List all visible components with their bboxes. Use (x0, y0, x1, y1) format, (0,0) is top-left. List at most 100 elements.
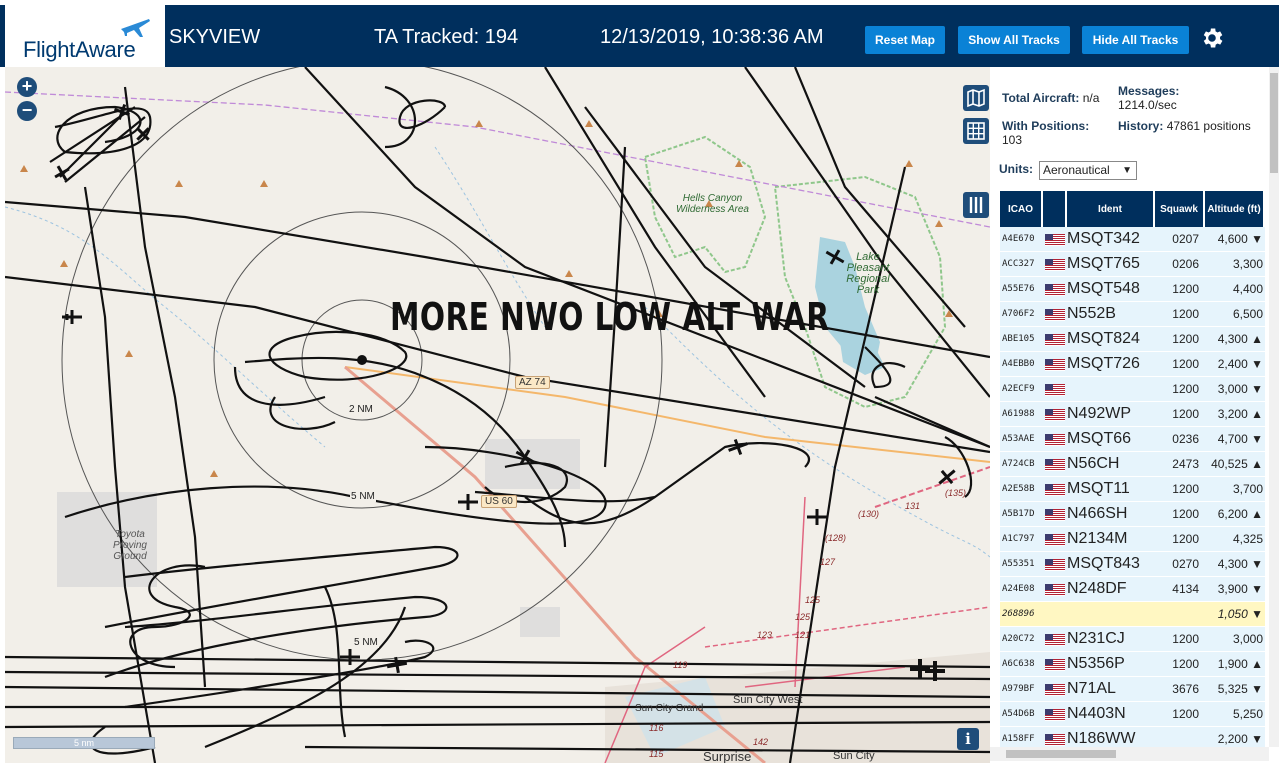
route-number: 131 (905, 501, 921, 511)
flag-cell (1043, 477, 1067, 502)
grid-icon (967, 122, 985, 140)
icao-cell: A20C72 (1000, 627, 1043, 652)
aircraft-row[interactable]: A61988 N492WP 1200 3,200 ▲ (1000, 402, 1265, 427)
ident-cell: N2134M (1067, 527, 1155, 552)
hide-all-tracks-button[interactable]: Hide All Tracks (1082, 26, 1189, 54)
ident-cell: MSQT548 (1067, 277, 1155, 302)
total-aircraft-label: Total Aircraft: (1002, 91, 1080, 105)
range-label-outer: 5 NM (353, 637, 379, 648)
aircraft-row[interactable]: A979BF N71AL 3676 5,325 ▼ (1000, 677, 1265, 702)
us-flag-icon (1045, 708, 1065, 721)
aircraft-row[interactable]: A24E08 N248DF 4134 3,900 ▼ (1000, 577, 1265, 602)
info-button[interactable]: i (957, 728, 979, 750)
aircraft-row[interactable]: A54D6B N4403N 1200 5,250 (1000, 702, 1265, 727)
vertical-scrollbar[interactable] (1269, 67, 1279, 747)
reset-map-button[interactable]: Reset Map (865, 26, 945, 54)
squawk-cell: 1200 (1155, 652, 1205, 677)
aircraft-row[interactable]: A706F2 N552B 1200 6,500 (1000, 302, 1265, 327)
aircraft-row[interactable]: ACC327 MSQT765 0206 3,300 (1000, 252, 1265, 277)
with-positions-label: With Positions: (1002, 119, 1090, 133)
aircraft-row[interactable]: ABE105 MSQT824 1200 4,300 ▲ (1000, 327, 1265, 352)
horizontal-scrollbar[interactable] (990, 747, 1269, 761)
squawk-cell: 1200 (1155, 377, 1205, 402)
icao-cell: 268896 (1000, 602, 1043, 627)
altitude-cell: 3,200 ▲ (1205, 402, 1265, 427)
route-number: 119 (673, 660, 688, 670)
aircraft-row[interactable]: A53AAE MSQT66 0236 4,700 ▼ (1000, 427, 1265, 452)
ident-cell: N231CJ (1067, 627, 1155, 652)
us-flag-icon (1045, 483, 1065, 496)
aircraft-row[interactable]: A4E670 MSQT342 0207 4,600 ▼ (1000, 227, 1265, 252)
scrollbar-thumb[interactable] (1270, 73, 1278, 173)
altitude-cell: 5,325 ▼ (1205, 677, 1265, 702)
ident-cell: MSQT726 (1067, 352, 1155, 377)
icao-cell: A54D6B (1000, 702, 1043, 727)
zoom-in-button[interactable]: + (17, 77, 37, 97)
aircraft-row[interactable]: A2ECF9 1200 3,000 ▼ (1000, 377, 1265, 402)
column-header-altitude[interactable]: Altitude (ft) (1205, 191, 1265, 227)
column-header-ident[interactable]: Ident (1067, 191, 1155, 227)
units-selected-value: Aeronautical (1043, 163, 1110, 177)
squawk-cell: 0236 (1155, 427, 1205, 452)
flag-cell (1043, 652, 1067, 677)
aircraft-row[interactable]: A20C72 N231CJ 1200 3,000 (1000, 627, 1265, 652)
aircraft-row[interactable]: A6C638 N5356P 1200 1,900 ▲ (1000, 652, 1265, 677)
altitude-cell: 2,400 ▼ (1205, 352, 1265, 377)
column-header-flag[interactable] (1043, 191, 1067, 227)
ident-cell: N466SH (1067, 502, 1155, 527)
aircraft-row[interactable]: A55E76 MSQT548 1200 4,400 (1000, 277, 1265, 302)
column-header-squawk[interactable]: Squawk (1155, 191, 1205, 227)
map-view[interactable]: 2 NM 5 NM 5 NM AZ 74 US 60 Hells Canyon … (5, 67, 990, 763)
aircraft-row[interactable]: A4EBB0 MSQT726 1200 2,400 ▼ (1000, 352, 1265, 377)
flag-cell (1043, 277, 1067, 302)
poi-lake-pleasant: Lake Pleasant Regional Park (846, 251, 890, 296)
icao-cell: A5B17D (1000, 502, 1043, 527)
us-flag-icon (1045, 658, 1065, 671)
icao-cell: A2E58B (1000, 477, 1043, 502)
ident-cell: MSQT824 (1067, 327, 1155, 352)
altitude-cell: 3,900 ▼ (1205, 577, 1265, 602)
column-header-icao[interactable]: ICAO (1000, 191, 1043, 227)
squawk-cell: 0207 (1155, 227, 1205, 252)
us-flag-icon (1045, 433, 1065, 446)
map-icon (967, 88, 985, 108)
history-value: 47861 positions (1166, 119, 1251, 133)
route-number: 123 (757, 630, 773, 640)
gear-icon[interactable] (1199, 25, 1225, 51)
aircraft-row[interactable]: A2E58B MSQT11 1200 3,700 (1000, 477, 1265, 502)
squawk-cell: 0206 (1155, 252, 1205, 277)
route-number: (128) (825, 533, 847, 543)
aircraft-row[interactable]: A1C797 N2134M 1200 4,325 (1000, 527, 1265, 552)
aircraft-row[interactable]: A55351 MSQT843 0270 4,300 ▼ (1000, 552, 1265, 577)
map-canvas[interactable] (5, 67, 990, 763)
top-header: FlightAware SKYVIEW TA Tracked: 194 12/1… (0, 0, 1279, 67)
flag-cell (1043, 702, 1067, 727)
aircraft-row[interactable]: 268896 1,050 ▼ (1000, 602, 1265, 627)
show-all-tracks-button[interactable]: Show All Tracks (958, 26, 1070, 54)
us-flag-icon (1045, 308, 1065, 321)
grid-toggle-button[interactable] (963, 118, 989, 144)
flightaware-logo[interactable]: FlightAware (5, 5, 165, 67)
route-number: 121 (795, 630, 811, 640)
aircraft-sidebar: Total Aircraft: n/a Messages: 1214.0/sec… (990, 67, 1279, 763)
aircraft-row[interactable]: A5B17D N466SH 1200 6,200 ▲ (1000, 502, 1265, 527)
altitude-cell: 4,600 ▼ (1205, 227, 1265, 252)
zoom-out-button[interactable]: − (17, 101, 37, 121)
columns-toggle-button[interactable] (963, 192, 989, 218)
ident-cell: MSQT66 (1067, 427, 1155, 452)
map-layers-button[interactable] (963, 85, 989, 111)
scrollbar-thumb[interactable] (1006, 750, 1116, 758)
aircraft-row[interactable]: A724CB N56CH 2473 40,525 ▲ (1000, 452, 1265, 477)
route-number: 125 (805, 595, 821, 605)
town-sun-city-grand: Sun City Grand (635, 703, 704, 714)
altitude-cell: 6,500 (1205, 302, 1265, 327)
units-select[interactable]: Aeronautical ▼ (1039, 161, 1137, 180)
road-shield-us60: US 60 (481, 495, 517, 508)
squawk-cell (1155, 602, 1205, 627)
flag-cell (1043, 427, 1067, 452)
us-flag-icon (1045, 583, 1065, 596)
us-flag-icon (1045, 358, 1065, 371)
ident-cell: MSQT765 (1067, 252, 1155, 277)
flag-cell (1043, 227, 1067, 252)
app-title: SKYVIEW (169, 26, 261, 48)
